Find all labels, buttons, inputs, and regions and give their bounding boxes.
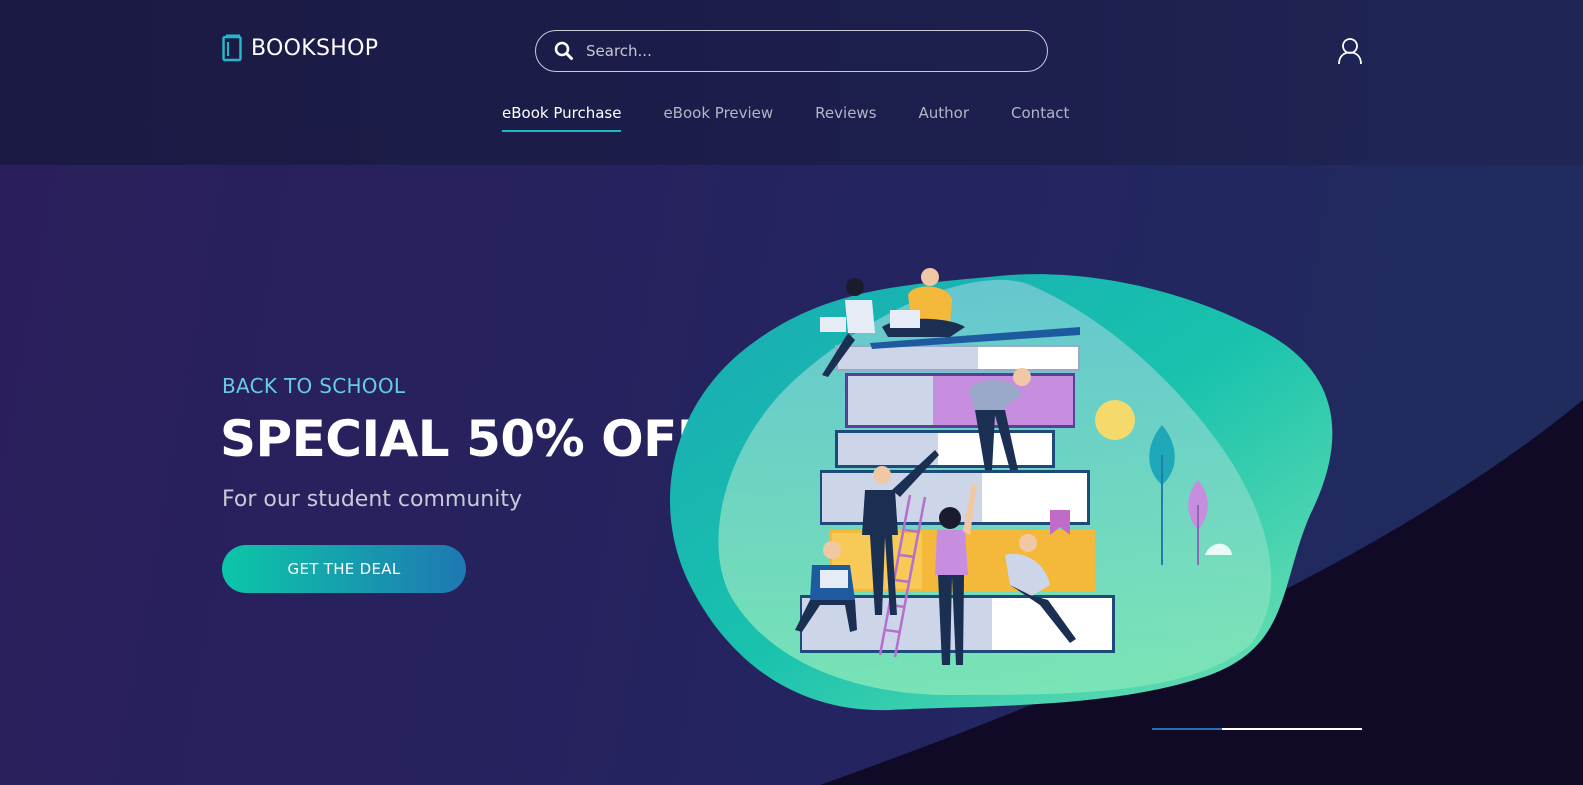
user-icon[interactable] [1337,37,1363,65]
search-input[interactable] [586,42,1006,60]
logo-text: BOOKSHOP [251,35,379,61]
nav-item-ebook-purchase[interactable]: eBook Purchase [502,104,622,132]
main-nav: eBook Purchase eBook Preview Reviews Aut… [502,104,1111,132]
search-icon[interactable] [554,41,574,61]
nav-item-author[interactable]: Author [919,104,970,132]
nav-item-reviews[interactable]: Reviews [815,104,876,132]
hero-headline: SPECIAL 50% OFF [220,410,711,468]
hero-illustration [670,268,1333,711]
hero-subline: For our student community [222,487,522,512]
hero-eyebrow: BACK TO SCHOOL [222,374,406,398]
slider-active-indicator[interactable] [1152,728,1222,730]
get-the-deal-button[interactable]: GET THE DEAL [222,545,466,593]
site-header: BOOKSHOP eBook Purchase eBook Preview Re… [0,0,1583,165]
logo[interactable]: BOOKSHOP [222,34,378,62]
search-bar[interactable] [535,30,1048,72]
nav-item-ebook-preview[interactable]: eBook Preview [663,104,773,132]
hero-banner: BACK TO SCHOOL SPECIAL 50% OFF For our s… [0,165,1583,785]
book-logo-icon [222,34,242,62]
nav-item-contact[interactable]: Contact [1011,104,1069,132]
